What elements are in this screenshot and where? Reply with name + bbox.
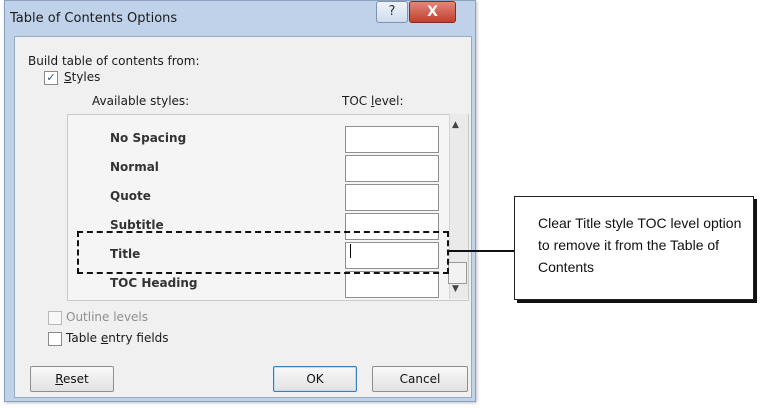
- style-name-quote: Quote: [110, 189, 151, 203]
- styles-checkbox[interactable]: ✓: [44, 71, 58, 85]
- table-entry-fields-checkbox[interactable]: [48, 332, 62, 346]
- reset-accesskey: R: [55, 372, 64, 386]
- callout-connector: [447, 250, 515, 252]
- reset-button[interactable]: Reset: [30, 366, 114, 392]
- toc-level-input-no-spacing[interactable]: [345, 126, 439, 153]
- outline-levels-label: Outline levels: [66, 310, 149, 324]
- style-name-subtitle: Subtitle: [110, 218, 164, 232]
- close-button[interactable]: X: [409, 1, 456, 23]
- toc-level-accesskey: l: [370, 94, 375, 108]
- toc-level-input-toc-heading[interactable]: [345, 271, 439, 298]
- callout-text: Clear Title style TOC level option to re…: [538, 215, 742, 275]
- build-from-label: Build table of contents from:: [28, 54, 200, 68]
- styles-checkbox-label[interactable]: Styles: [64, 70, 100, 84]
- title-row-highlight: [77, 231, 449, 274]
- styles-label-accesskey: S: [64, 70, 72, 84]
- style-name-no-spacing: No Spacing: [110, 131, 187, 145]
- toc-level-input-normal[interactable]: [345, 155, 439, 182]
- help-button[interactable]: ?: [376, 1, 408, 23]
- entry-accesskey: e: [100, 331, 109, 345]
- style-name-toc-heading: TOC Heading: [110, 276, 198, 290]
- outline-levels-checkbox: [48, 311, 62, 325]
- scroll-down-icon[interactable]: ▼: [452, 284, 459, 294]
- style-name-normal: Normal: [110, 160, 159, 174]
- scroll-up-icon[interactable]: ▲: [452, 120, 459, 130]
- scroll-thumb[interactable]: [448, 262, 467, 284]
- toc-level-input-quote[interactable]: [345, 184, 439, 211]
- toc-level-header: TOC level:: [342, 94, 404, 108]
- dialog-title: Table of Contents Options: [10, 11, 178, 26]
- available-styles-header: Available styles:: [92, 94, 190, 108]
- table-entry-fields-label[interactable]: Table entry fields: [66, 331, 169, 345]
- cancel-button[interactable]: Cancel: [372, 366, 468, 392]
- ok-button[interactable]: OK: [273, 366, 357, 392]
